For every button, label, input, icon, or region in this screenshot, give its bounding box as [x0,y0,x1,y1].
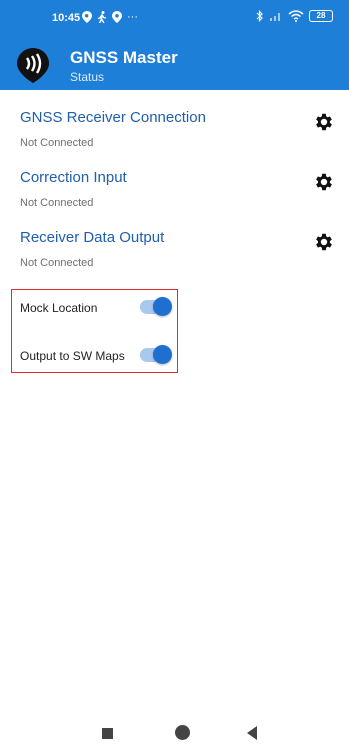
app-icon [112,11,122,23]
app-title: GNSS Master [70,48,178,67]
bluetooth-icon [256,10,263,22]
recents-icon[interactable] [102,728,113,739]
signal-icon [270,13,280,21]
gear-icon[interactable] [313,111,335,133]
switch-knob [153,297,172,316]
section-correction-input[interactable]: Correction Input Not Connected [0,169,349,219]
section-status: Not Connected [20,137,94,149]
section-receiver-data-output[interactable]: Receiver Data Output Not Connected [0,229,349,279]
back-icon[interactable] [247,726,257,740]
status-bar: 10:45 ··· 28 [0,0,349,40]
section-gnss-receiver-connection[interactable]: GNSS Receiver Connection Not Connected [0,109,349,159]
wifi-icon [288,10,304,22]
status-left-icons: ··· [82,10,138,24]
section-status: Not Connected [20,197,94,209]
output-to-sw-maps-switch[interactable] [140,345,172,364]
walking-icon [97,11,107,23]
section-status: Not Connected [20,257,94,269]
app-subtitle: Status [70,70,105,84]
location-icon [82,11,92,23]
battery-icon: 28 [309,10,333,22]
mock-location-switch[interactable] [140,297,172,316]
section-title[interactable]: GNSS Receiver Connection [20,109,206,126]
home-icon[interactable] [175,725,190,740]
gear-icon[interactable] [313,231,335,253]
status-time: 10:45 [52,12,81,24]
app-logo-icon [17,48,49,83]
switch-knob [153,345,172,364]
navigation-bar [0,716,349,746]
mock-location-row[interactable]: Mock Location [20,297,172,319]
more-icon: ··· [127,11,138,23]
gear-icon[interactable] [313,171,335,193]
section-title[interactable]: Receiver Data Output [20,229,164,246]
toggle-label: Mock Location [20,301,98,315]
app-header: 10:45 ··· 28 GNSS Master Status [0,0,349,90]
section-title[interactable]: Correction Input [20,169,127,186]
toggle-label: Output to SW Maps [20,349,125,363]
output-to-sw-maps-row[interactable]: Output to SW Maps [20,345,172,367]
status-right-icons: 28 [256,10,333,22]
